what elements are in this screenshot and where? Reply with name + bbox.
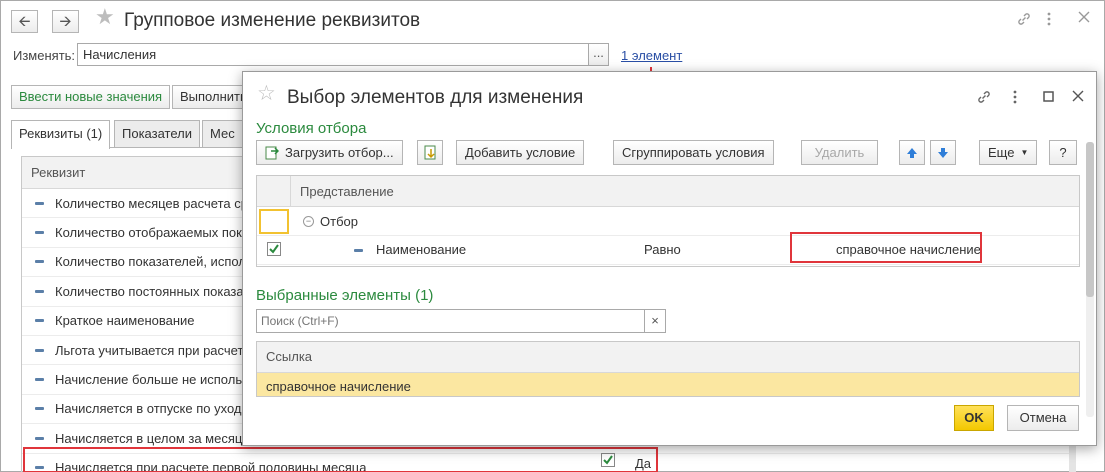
help-button[interactable]: ? <box>1049 140 1077 165</box>
arrow-up-icon <box>907 147 917 158</box>
ok-button[interactable]: OK <box>954 405 994 431</box>
change-field[interactable]: Начисления <box>77 43 589 66</box>
filter-group-label: Отбор <box>320 214 358 229</box>
row-label: Количество отображаемых пока <box>55 225 250 241</box>
attribute-icon <box>35 436 44 440</box>
dialog-title: Выбор элементов для изменения <box>287 87 584 108</box>
collapse-icon[interactable]: − <box>303 216 314 227</box>
link-icon[interactable] <box>976 89 992 105</box>
more-vertical-icon[interactable] <box>1046 11 1052 27</box>
tab-requisites[interactable]: Реквизиты (1) <box>11 120 111 149</box>
table-row[interactable]: − Отбор <box>257 207 1079 236</box>
row-label: Количество месяцев расчета ср <box>55 195 248 211</box>
elements-count-link[interactable]: 1 элемент <box>621 48 682 63</box>
save-filter-icon <box>424 145 436 159</box>
row-label: Льгота учитывается при расчет <box>55 342 244 358</box>
delete-button[interactable]: Удалить <box>801 140 878 165</box>
favorite-star-icon[interactable]: ☆ <box>257 83 276 104</box>
table-row[interactable]: справочное начисление <box>257 373 1079 396</box>
row-value: Да <box>635 456 652 471</box>
move-up-button[interactable] <box>899 140 925 165</box>
caret-down-icon: ▼ <box>1020 148 1029 157</box>
attribute-icon <box>35 289 44 293</box>
more-label: Еще <box>988 145 1015 160</box>
condition-operator: Равно <box>644 242 681 257</box>
attribute-icon <box>35 319 44 323</box>
tab-months[interactable]: Мес <box>202 120 247 148</box>
table-header: Ссылка <box>257 342 1079 373</box>
select-button[interactable]: ... <box>588 43 609 66</box>
row-label: Начисляется в целом за месяц <box>55 430 243 446</box>
attribute-icon <box>35 466 44 470</box>
row-label: Количество постоянных показа <box>55 283 244 299</box>
attribute-icon <box>35 201 44 205</box>
forward-button[interactable]: 🡪 <box>52 10 79 33</box>
load-filter-icon <box>265 146 279 159</box>
more-vertical-icon[interactable] <box>1012 89 1018 105</box>
arrow-left-icon: 🡨 <box>18 13 31 30</box>
attribute-icon <box>35 231 44 235</box>
enter-new-values-button[interactable]: Ввести новые значения <box>11 85 171 109</box>
row-label: Начисление больше не исполь: <box>55 372 246 388</box>
condition-value[interactable]: справочное начисление <box>836 242 981 257</box>
load-filter-button[interactable]: Загрузить отбор... <box>256 140 403 165</box>
checkbox-checked-icon[interactable] <box>601 453 615 467</box>
tab-indicators[interactable]: Показатели <box>114 120 200 148</box>
move-down-button[interactable] <box>930 140 956 165</box>
more-button[interactable]: Еще ▼ <box>979 140 1038 165</box>
search-input[interactable] <box>256 309 645 333</box>
table-row[interactable]: Начисляется при расчете первой половины … <box>22 454 1075 472</box>
condition-field: Наименование <box>376 242 467 257</box>
row-label: Количество показателей, испол <box>55 254 246 270</box>
row-label: Начисляется при расчете первой половины … <box>55 460 367 472</box>
close-icon[interactable] <box>1072 90 1084 102</box>
selected-elements-title: Выбранные элементы (1) <box>256 287 434 304</box>
column-divider <box>290 176 291 207</box>
cancel-button[interactable]: Отмена <box>1007 405 1079 431</box>
maximize-icon[interactable] <box>1043 91 1054 102</box>
filter-conditions-table: Представление − Отбор Наименование Равно… <box>256 175 1080 267</box>
attribute-icon <box>354 249 363 252</box>
clear-search-button[interactable]: × <box>644 309 666 333</box>
arrow-right-icon: 🡪 <box>59 13 72 30</box>
link-icon[interactable] <box>1016 11 1032 27</box>
save-filter-button[interactable] <box>417 140 443 165</box>
selected-elements-table: Ссылка справочное начисление <box>256 341 1080 397</box>
scrollbar[interactable] <box>1086 142 1094 297</box>
load-filter-label: Загрузить отбор... <box>285 145 394 160</box>
attribute-icon <box>35 260 44 264</box>
row-label: Начисляется в отпуске по уход <box>55 401 242 417</box>
header-label: Представление <box>300 184 394 199</box>
add-condition-button[interactable]: Добавить условие <box>456 140 585 165</box>
active-cell[interactable] <box>259 209 289 234</box>
page-title: Групповое изменение реквизитов <box>124 10 421 31</box>
arrow-down-icon <box>938 147 948 158</box>
select-elements-dialog: ☆ Выбор элементов для изменения Условия … <box>242 71 1097 446</box>
checkbox-checked-icon[interactable] <box>267 242 281 256</box>
attribute-icon <box>35 378 44 382</box>
attribute-icon <box>35 407 44 411</box>
change-label: Изменять: <box>13 48 76 63</box>
close-icon[interactable] <box>1078 11 1090 23</box>
group-conditions-button[interactable]: Сгруппировать условия <box>613 140 774 165</box>
table-row[interactable]: Наименование Равно справочное начисление <box>257 232 1079 265</box>
execute-button[interactable]: Выполнить <box>172 85 252 109</box>
back-button[interactable]: 🡨 <box>11 10 38 33</box>
row-label: Краткое наименование <box>55 313 195 329</box>
filter-conditions-title: Условия отбора <box>256 120 367 137</box>
attribute-icon <box>35 348 44 352</box>
table-header: Представление <box>257 176 1079 207</box>
favorite-star-icon[interactable]: ★ <box>95 6 115 28</box>
